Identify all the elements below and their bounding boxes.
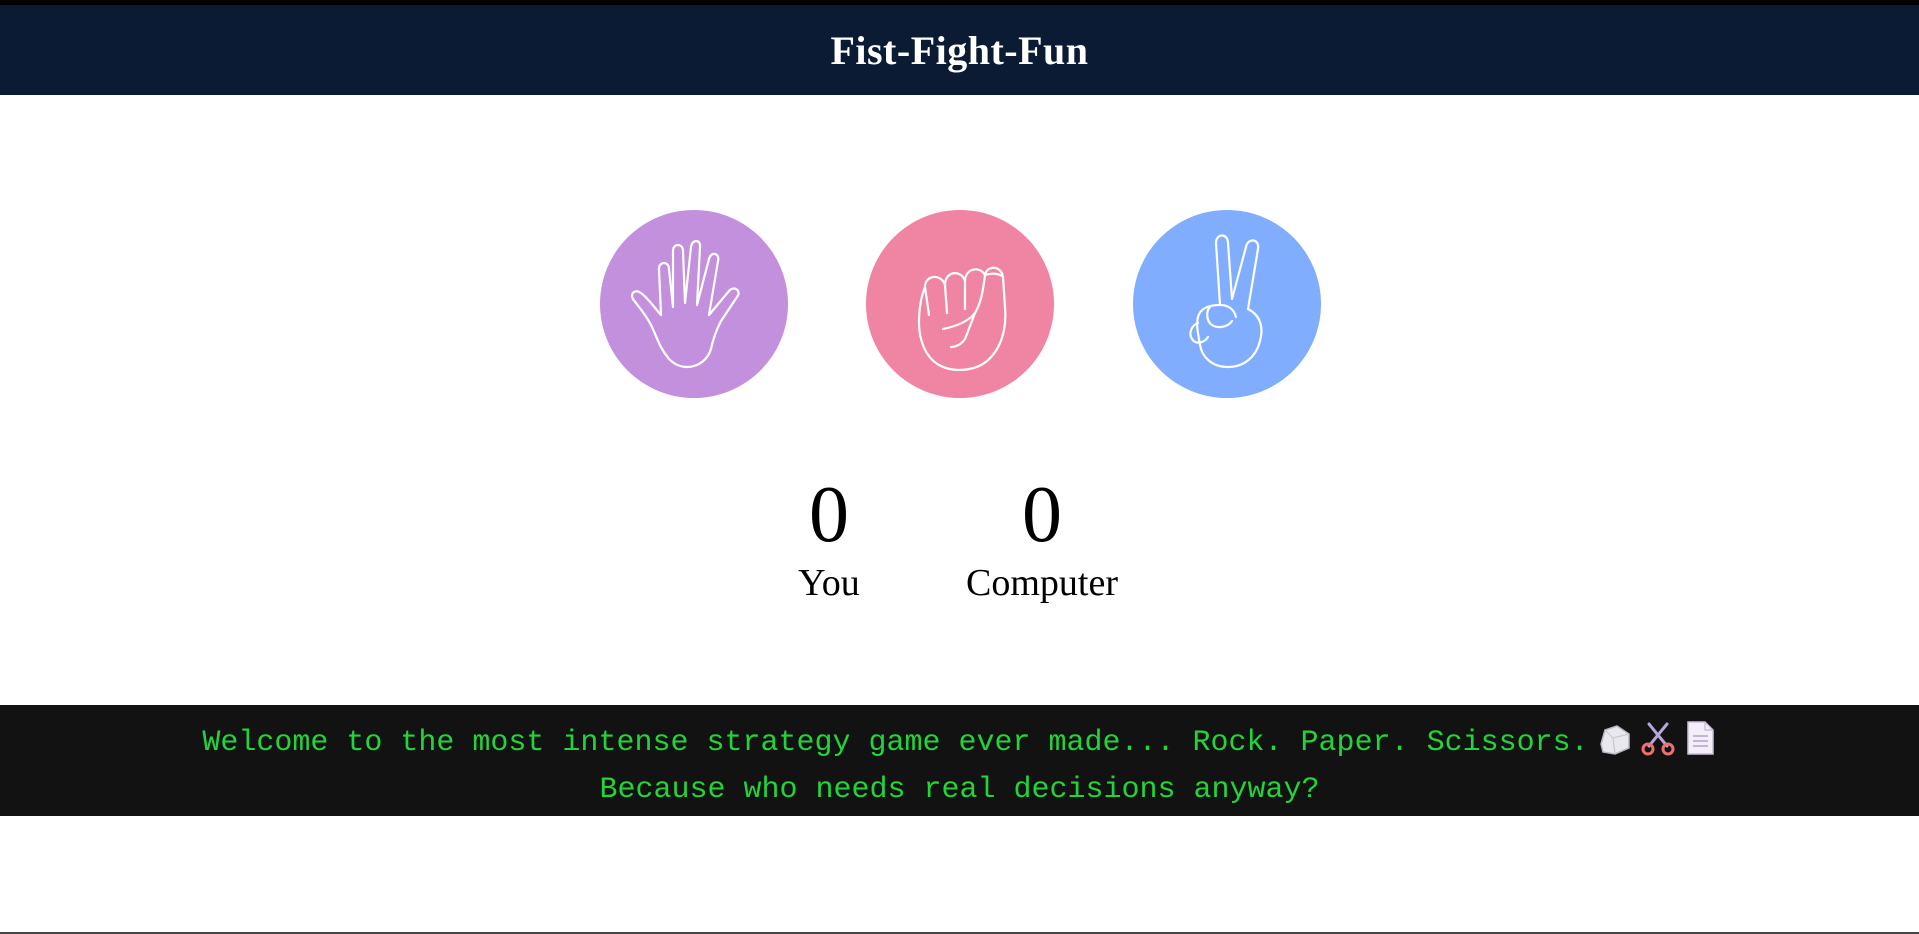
scoreboard: 0 You 0 Computer xyxy=(0,467,1919,607)
computer-score: 0 Computer xyxy=(942,467,1142,603)
app-header: Fist-Fight-Fun xyxy=(0,5,1919,95)
welcome-line-1-text: Welcome to the most intense strategy gam… xyxy=(202,726,1589,760)
scissors-icon xyxy=(1639,722,1677,770)
app-title: Fist-Fight-Fun xyxy=(830,27,1089,73)
page-icon xyxy=(1683,720,1717,770)
welcome-line-2: Because who needs real decisions anyway? xyxy=(599,773,1320,807)
welcome-message: Welcome to the most intense strategy gam… xyxy=(0,705,1919,816)
rock-icon xyxy=(1595,722,1633,770)
paper-button[interactable] xyxy=(600,210,788,398)
peace-hand-icon xyxy=(1189,234,1263,369)
welcome-line-1: Welcome to the most intense strategy gam… xyxy=(0,720,1919,770)
open-hand-icon xyxy=(631,239,740,369)
computer-score-label: Computer xyxy=(966,562,1118,604)
rock-button[interactable] xyxy=(866,210,1054,398)
scissors-button[interactable] xyxy=(1133,210,1321,398)
player-score-value: 0 xyxy=(809,471,849,559)
fist-icon xyxy=(917,266,1007,371)
choice-buttons xyxy=(0,210,1919,398)
player-score: 0 You xyxy=(729,467,929,603)
computer-score-value: 0 xyxy=(1022,471,1062,559)
player-score-label: You xyxy=(798,562,860,604)
